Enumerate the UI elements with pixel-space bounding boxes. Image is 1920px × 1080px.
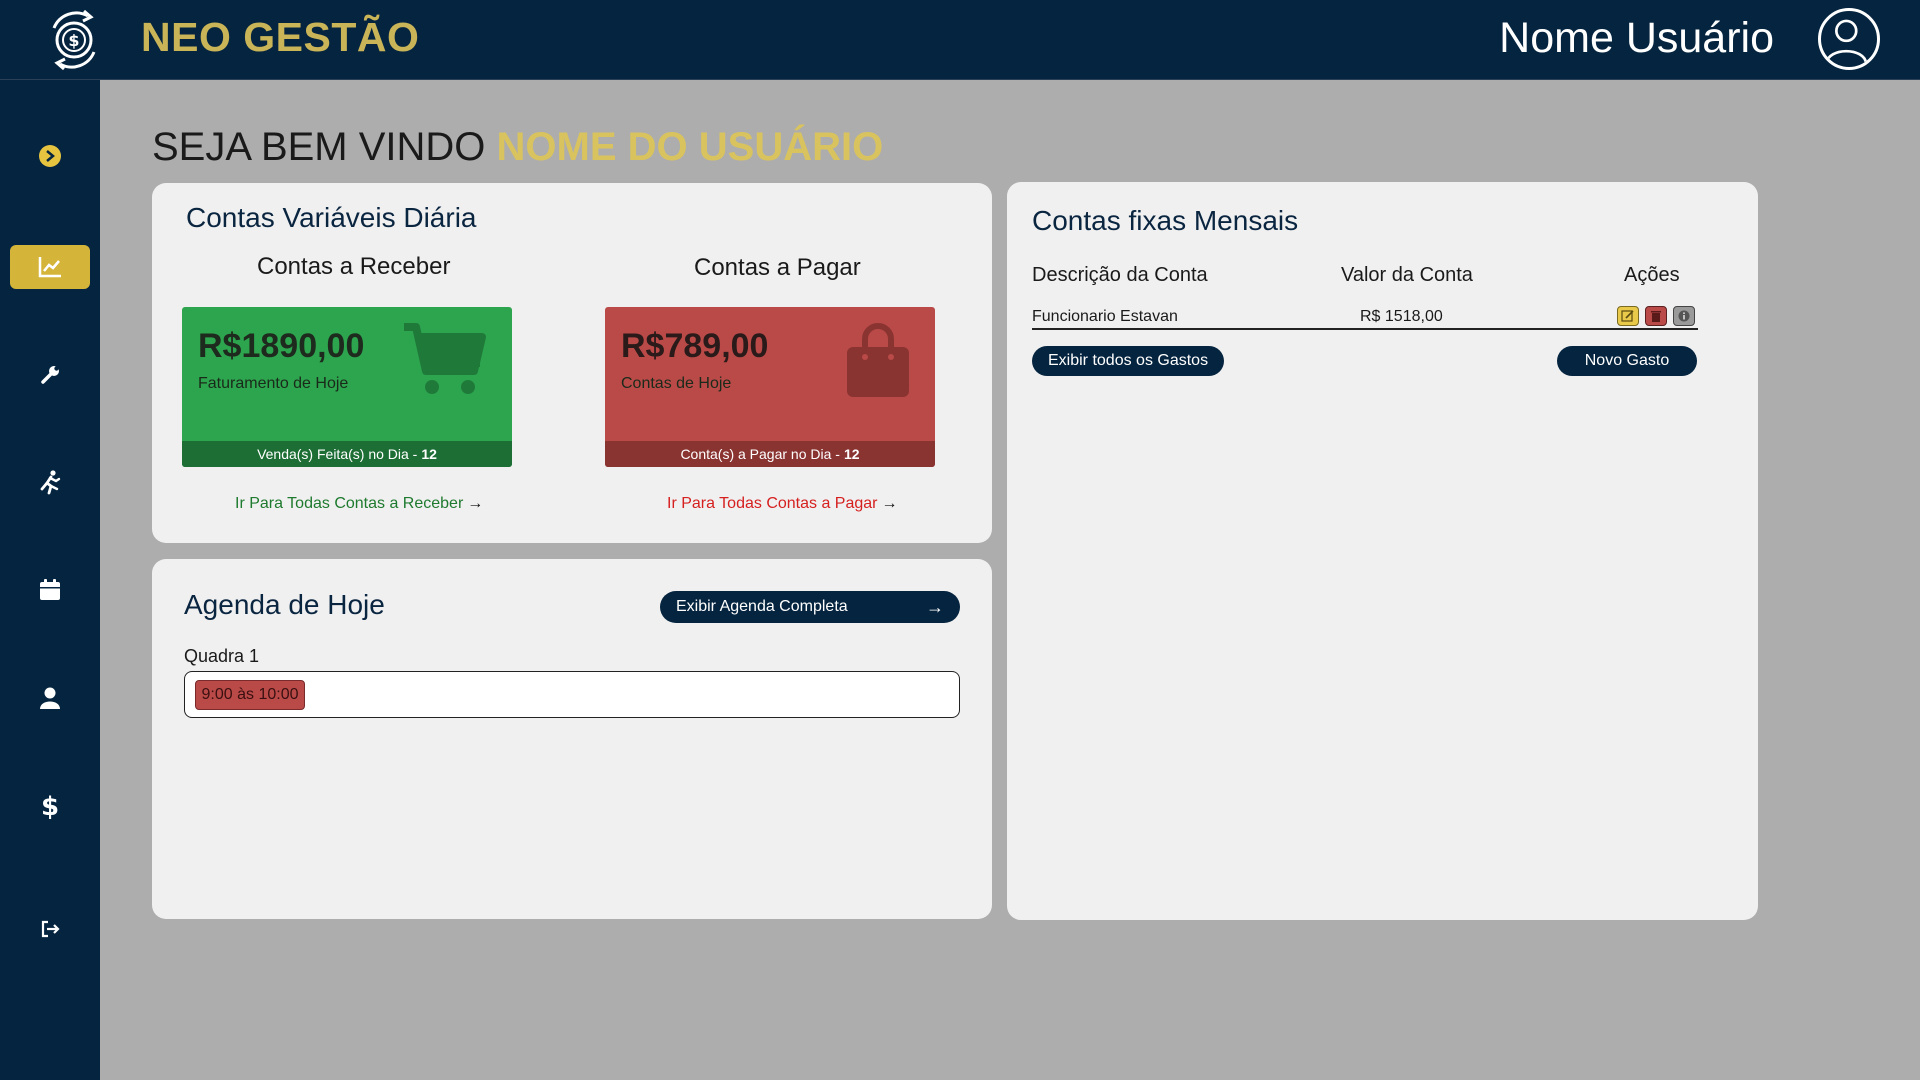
trash-icon[interactable] (1645, 306, 1667, 326)
column-header-description: Descrição da Conta (1032, 264, 1208, 286)
sidebar-item-tools[interactable] (10, 352, 90, 396)
sidebar-item-expand[interactable] (10, 134, 90, 178)
row-divider (1032, 328, 1698, 330)
column-header-value: Valor da Conta (1341, 264, 1473, 286)
receivable-caption: Faturamento de Hoje (198, 375, 349, 392)
info-icon[interactable] (1673, 306, 1695, 326)
row-description: Funcionario Estavan (1032, 308, 1178, 325)
receivable-footer: Venda(s) Feita(s) no Dia - 12 (182, 441, 512, 467)
payable-card[interactable]: R$789,00 Contas de Hoje Conta(s) a Pagar… (605, 307, 935, 467)
chevron-right-circle-icon (39, 145, 61, 167)
sidebar-item-calendar[interactable] (10, 568, 90, 612)
show-all-expenses-button[interactable]: Exibir todos os Gastos (1032, 346, 1225, 376)
receivable-footer-text: Venda(s) Feita(s) no Dia - (257, 446, 418, 462)
show-full-agenda-button[interactable]: Exibir Agenda Completa → (660, 591, 960, 623)
receivable-footer-count: 12 (421, 446, 437, 462)
receivable-link[interactable]: Ir Para Todas Contas a Receber → (235, 495, 483, 513)
column-header-actions: Ações (1624, 264, 1680, 286)
user-name[interactable]: Nome Usuário (1499, 14, 1774, 63)
top-bar: $ NEO GESTÃO Nome Usuário (0, 0, 1920, 80)
sidebar-item-logout[interactable] (10, 907, 90, 951)
wrench-icon (41, 366, 59, 384)
show-full-agenda-label: Exibir Agenda Completa (676, 598, 848, 615)
payable-caption: Contas de Hoje (621, 375, 732, 392)
agenda-title: Agenda de Hoje (184, 589, 385, 620)
dollar-icon: $ (41, 793, 59, 819)
fixed-panel-title: Contas fixas Mensais (1032, 205, 1299, 236)
sidebar-item-dashboard[interactable] (10, 245, 90, 289)
receivable-link-label: Ir Para Todas Contas a Receber (235, 495, 464, 512)
logout-icon (41, 920, 60, 938)
row-value: R$ 1518,00 (1360, 308, 1443, 325)
arrow-right-icon: → (467, 495, 484, 512)
arrow-right-icon: → (926, 596, 944, 617)
daily-accounts-panel: Contas Variáveis Diária Contas a Receber… (152, 183, 992, 543)
calendar-icon (40, 579, 60, 600)
welcome-heading: SEJA BEM VINDO NOME DO USUÁRIO (152, 125, 883, 170)
agenda-panel: Agenda de Hoje Exibir Agenda Completa → … (152, 559, 992, 919)
receivable-amount: R$1890,00 (198, 327, 365, 365)
payable-heading: Contas a Pagar (694, 254, 861, 281)
app-title: NEO GESTÃO (141, 14, 420, 60)
court-schedule: 9:00 às 10:00 (184, 671, 960, 718)
receivable-card[interactable]: R$1890,00 Faturamento de Hoje Venda(s) F… (182, 307, 512, 467)
shopping-cart-icon (402, 321, 486, 402)
svg-text:$: $ (41, 793, 59, 819)
payable-link-label: Ir Para Todas Contas a Pagar (667, 495, 878, 512)
dollar-cycle-icon: $ (44, 8, 104, 72)
payable-amount: R$789,00 (621, 327, 769, 365)
payable-footer-text: Conta(s) a Pagar no Dia - (680, 446, 840, 462)
payable-footer-count: 12 (843, 446, 860, 462)
running-icon (40, 470, 61, 495)
user-icon (40, 687, 60, 709)
welcome-prefix: SEJA BEM VINDO (152, 125, 486, 169)
daily-panel-title: Contas Variáveis Diária (186, 202, 477, 233)
shopping-bag-icon (845, 323, 911, 404)
new-expense-button[interactable]: Novo Gasto (1557, 346, 1697, 376)
payable-link[interactable]: Ir Para Todas Contas a Pagar → (667, 495, 898, 513)
user-avatar-icon[interactable] (1818, 8, 1880, 70)
sidebar-item-finance[interactable]: $ (10, 784, 90, 828)
arrow-right-icon: → (881, 495, 898, 512)
welcome-user-name: NOME DO USUÁRIO (496, 125, 884, 169)
schedule-slot[interactable]: 9:00 às 10:00 (195, 680, 305, 710)
sidebar: $ (0, 80, 100, 1080)
court-label: Quadra 1 (184, 646, 260, 666)
line-chart-icon (38, 257, 61, 278)
receivable-heading: Contas a Receber (257, 253, 451, 280)
payable-footer: Conta(s) a Pagar no Dia - 12 (605, 441, 935, 467)
sidebar-item-sports[interactable] (10, 460, 90, 504)
fixed-accounts-panel: Contas fixas Mensais Descrição da Conta … (1007, 182, 1758, 920)
svg-text:$: $ (68, 31, 79, 50)
edit-icon[interactable] (1617, 306, 1639, 326)
sidebar-item-users[interactable] (10, 676, 90, 720)
